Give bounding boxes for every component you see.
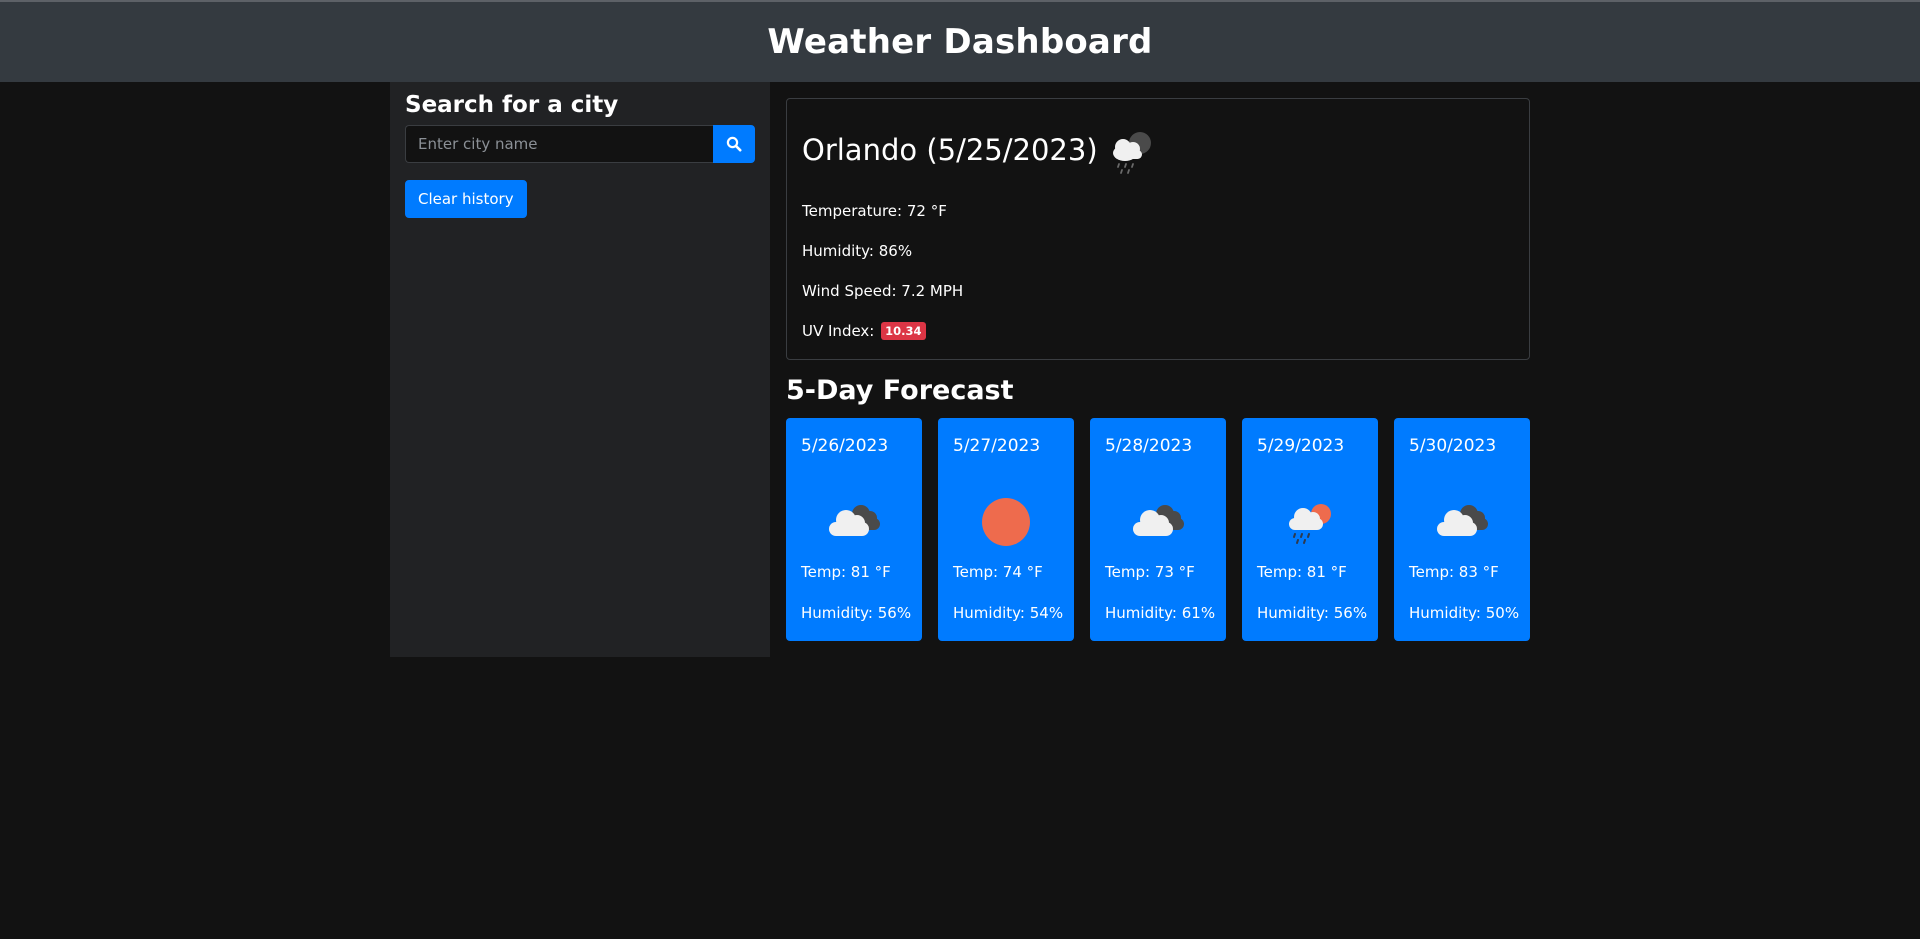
search-group xyxy=(405,125,755,163)
forecast-date: 5/30/2023 xyxy=(1409,436,1497,456)
sun-cloud-rain-icon xyxy=(1289,504,1331,544)
forecast-card-2: 5/27/2023 Temp: 74 °F Humidity: 54% xyxy=(938,418,1074,641)
city-search-input[interactable] xyxy=(405,125,713,163)
forecast-card-3: 5/28/2023 Temp: 73 °F Humidity: 61% xyxy=(1090,418,1226,641)
forecast-card-1: 5/26/2023 Temp: 81 °F Humidity: 56% xyxy=(786,418,922,641)
clouds-icon xyxy=(829,505,880,536)
forecast-temp: Temp: 83 °F xyxy=(1409,563,1499,581)
page-title: Weather Dashboard xyxy=(767,22,1153,62)
clouds-icon xyxy=(1437,505,1488,536)
current-humidity: Humidity: 86% xyxy=(802,242,913,260)
current-weather-card: Orlando (5/25/2023) Temperature: 72 °F H… xyxy=(786,98,1530,360)
search-icon xyxy=(726,136,742,152)
forecast-temp: Temp: 73 °F xyxy=(1105,563,1195,581)
forecast-date: 5/26/2023 xyxy=(801,436,889,456)
current-uv-index: UV Index: 10.34 xyxy=(802,322,926,340)
forecast-date: 5/29/2023 xyxy=(1257,436,1345,456)
forecast-card-5: 5/30/2023 Temp: 83 °F Humidity: 50% xyxy=(1394,418,1530,641)
forecast-temp: Temp: 81 °F xyxy=(801,563,891,581)
forecast-humidity: Humidity: 56% xyxy=(801,604,912,622)
forecast-title: 5-Day Forecast xyxy=(786,375,1014,406)
forecast-card-4: 5/29/2023 Temp: 81 °F Humidity: 56% xyxy=(1242,418,1378,641)
uv-index-label: UV Index: xyxy=(802,322,875,340)
search-button[interactable] xyxy=(713,125,755,163)
current-wind-speed: Wind Speed: 7.2 MPH xyxy=(802,282,964,300)
forecast-humidity: Humidity: 56% xyxy=(1257,604,1368,622)
search-heading: Search for a city xyxy=(405,92,619,118)
forecast-humidity: Humidity: 54% xyxy=(953,604,1064,622)
uv-index-badge: 10.34 xyxy=(881,322,926,340)
forecast-humidity: Humidity: 61% xyxy=(1105,604,1216,622)
clear-history-button[interactable]: Clear history xyxy=(405,180,527,218)
app-header: Weather Dashboard xyxy=(0,2,1920,82)
forecast-date: 5/28/2023 xyxy=(1105,436,1193,456)
clouds-icon xyxy=(1133,505,1184,536)
forecast-temp: Temp: 74 °F xyxy=(953,563,1043,581)
sidebar: Search for a city Clear history xyxy=(390,82,770,657)
cloud-rain-icon xyxy=(1113,132,1151,174)
forecast-humidity: Humidity: 50% xyxy=(1409,604,1520,622)
forecast-temp: Temp: 81 °F xyxy=(1257,563,1347,581)
current-temperature: Temperature: 72 °F xyxy=(802,202,947,220)
sun-icon xyxy=(982,498,1030,546)
forecast-date: 5/27/2023 xyxy=(953,436,1041,456)
current-city-date: Orlando (5/25/2023) xyxy=(802,133,1098,167)
